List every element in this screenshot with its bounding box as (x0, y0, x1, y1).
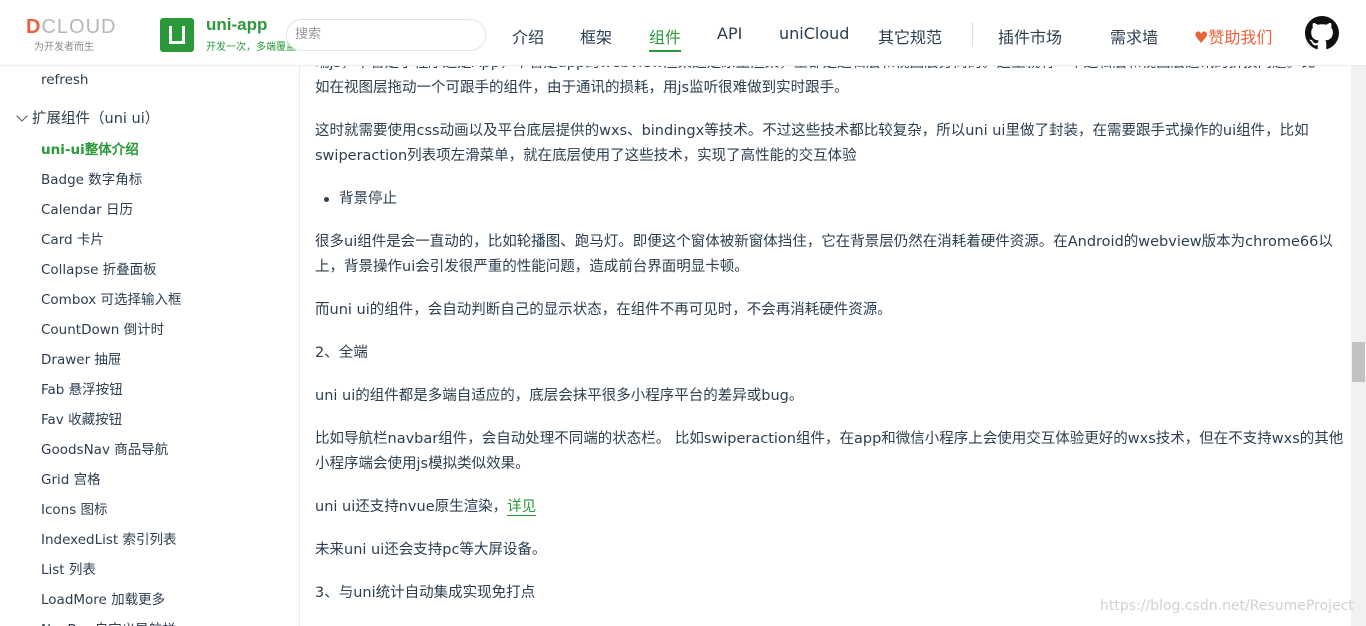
sidebar-item-navbar[interactable]: NavBar 自定义导航栏 (41, 618, 176, 626)
paragraph: 而uni ui的组件，会自动判断自己的显示状态，在组件不再可见时，不会再消耗硬件… (315, 302, 892, 318)
sidebar-item-collapse[interactable]: Collapse 折叠面板 (41, 258, 157, 278)
nav-request-wall[interactable]: 需求墙 (1110, 24, 1158, 48)
heart-icon: ♥ (1194, 28, 1209, 47)
sidebar-item-uni-ui-intro[interactable]: uni-ui整体介绍 (41, 138, 139, 158)
uniapp-logo-icon (160, 18, 194, 52)
sidebar-item-grid[interactable]: Grid 宫格 (41, 468, 101, 488)
nav-intro[interactable]: 介绍 (512, 24, 544, 48)
dcloud-wordmark: DCLOUD (26, 16, 117, 38)
sidebar-group-uni-ui[interactable]: 扩展组件（uni ui） (16, 107, 159, 128)
sidebar-item-list[interactable]: List 列表 (41, 558, 96, 578)
sidebar-item-loadmore[interactable]: LoadMore 加载更多 (41, 588, 165, 608)
nav-components[interactable]: 组件 (649, 24, 682, 52)
details-link[interactable]: 详见 (507, 499, 537, 516)
sidebar-item-calendar[interactable]: Calendar 日历 (41, 198, 133, 218)
watermark: https://blog.csdn.net/ResumeProject (1100, 598, 1354, 614)
paragraph: 这时就需要使用css动画以及平台底层提供的wxs、bindingx等技术。不过这… (315, 123, 1309, 139)
nav-plugin-market[interactable]: 插件市场 (998, 24, 1062, 48)
main-content: 端js，不管是小程序还是App，不管是app的webview渲染还是原生渲染，全… (315, 66, 1351, 626)
sidebar-item-fab[interactable]: Fab 悬浮按钮 (41, 378, 123, 398)
sidebar-item-drawer[interactable]: Drawer 抽屉 (41, 348, 121, 368)
sidebar-item-goodsnav[interactable]: GoodsNav 商品导航 (41, 438, 168, 458)
paragraph: 如在视图层拖动一个可跟手的组件，由于通讯的损耗，用js监听很难做到实时跟手。 (315, 80, 849, 96)
sidebar-item-card[interactable]: Card 卡片 (41, 228, 104, 248)
paragraph: swiperaction列表项左滑菜单，就在底层使用了这些技术，实现了高性能的交… (315, 148, 857, 164)
sidebar: refresh 扩展组件（uni ui） uni-ui整体介绍 Badge 数字… (0, 66, 300, 626)
nav-other-specs[interactable]: 其它规范 (878, 24, 942, 48)
dcloud-logo[interactable]: DCLOUD 为开发者而生 (26, 16, 126, 54)
uniapp-title: uni-app (206, 15, 268, 34)
sidebar-item-indexedlist[interactable]: IndexedList 索引列表 (41, 528, 177, 548)
paragraph: 小程序端会使用js模拟类似效果。 (315, 456, 530, 472)
nav-divider (972, 22, 973, 46)
paragraph: 很多ui组件是会一直动的，比如轮播图、跑马灯。即便这个窗体被新窗体挡住，它在背景… (315, 234, 1333, 250)
sidebar-item-refresh[interactable]: refresh (41, 72, 88, 88)
nav-framework[interactable]: 框架 (580, 24, 612, 48)
sidebar-item-fav[interactable]: Fav 收藏按钮 (41, 408, 122, 428)
sidebar-item-badge[interactable]: Badge 数字角标 (41, 168, 142, 188)
chevron-down-icon (16, 110, 28, 122)
paragraph: 比如导航栏navbar组件，会自动处理不同端的状态栏。 比如swiperacti… (315, 431, 1344, 447)
nav-unicloud[interactable]: uniCloud (779, 24, 849, 43)
list-item: 背景停止 (324, 185, 397, 213)
uniapp-tagline: 开发一次，多端覆盖 (206, 42, 296, 53)
paragraph: 上，背景操作ui会引发很严重的性能问题，造成前台界面明显卡顿。 (315, 259, 749, 275)
nav-api[interactable]: API (717, 24, 742, 43)
page-scrollbar-thumb[interactable] (1352, 342, 1365, 382)
paragraph: uni ui还支持nvue原生渲染，详见 (315, 499, 537, 516)
github-icon[interactable] (1305, 16, 1339, 50)
search-input[interactable]: 搜索 (286, 19, 486, 51)
page-scrollbar[interactable] (1351, 0, 1366, 626)
paragraph: uni ui的组件都是多端自适应的，底层会抹平很多小程序平台的差异或bug。 (315, 388, 804, 404)
dcloud-tagline: 为开发者而生 (34, 42, 94, 53)
sidebar-item-combox[interactable]: Combox 可选择输入框 (41, 288, 182, 308)
nav-sponsor[interactable]: ♥赞助我们 (1194, 24, 1272, 48)
section-heading: 2、全端 (315, 345, 368, 361)
sidebar-item-countdown[interactable]: CountDown 倒计时 (41, 318, 164, 338)
paragraph: 未来uni ui还会支持pc等大屏设备。 (315, 542, 547, 558)
sidebar-item-icons[interactable]: Icons 图标 (41, 498, 108, 518)
top-navbar: DCLOUD 为开发者而生 uni-app 开发一次，多端覆盖 搜索 介绍 框架… (0, 0, 1366, 66)
